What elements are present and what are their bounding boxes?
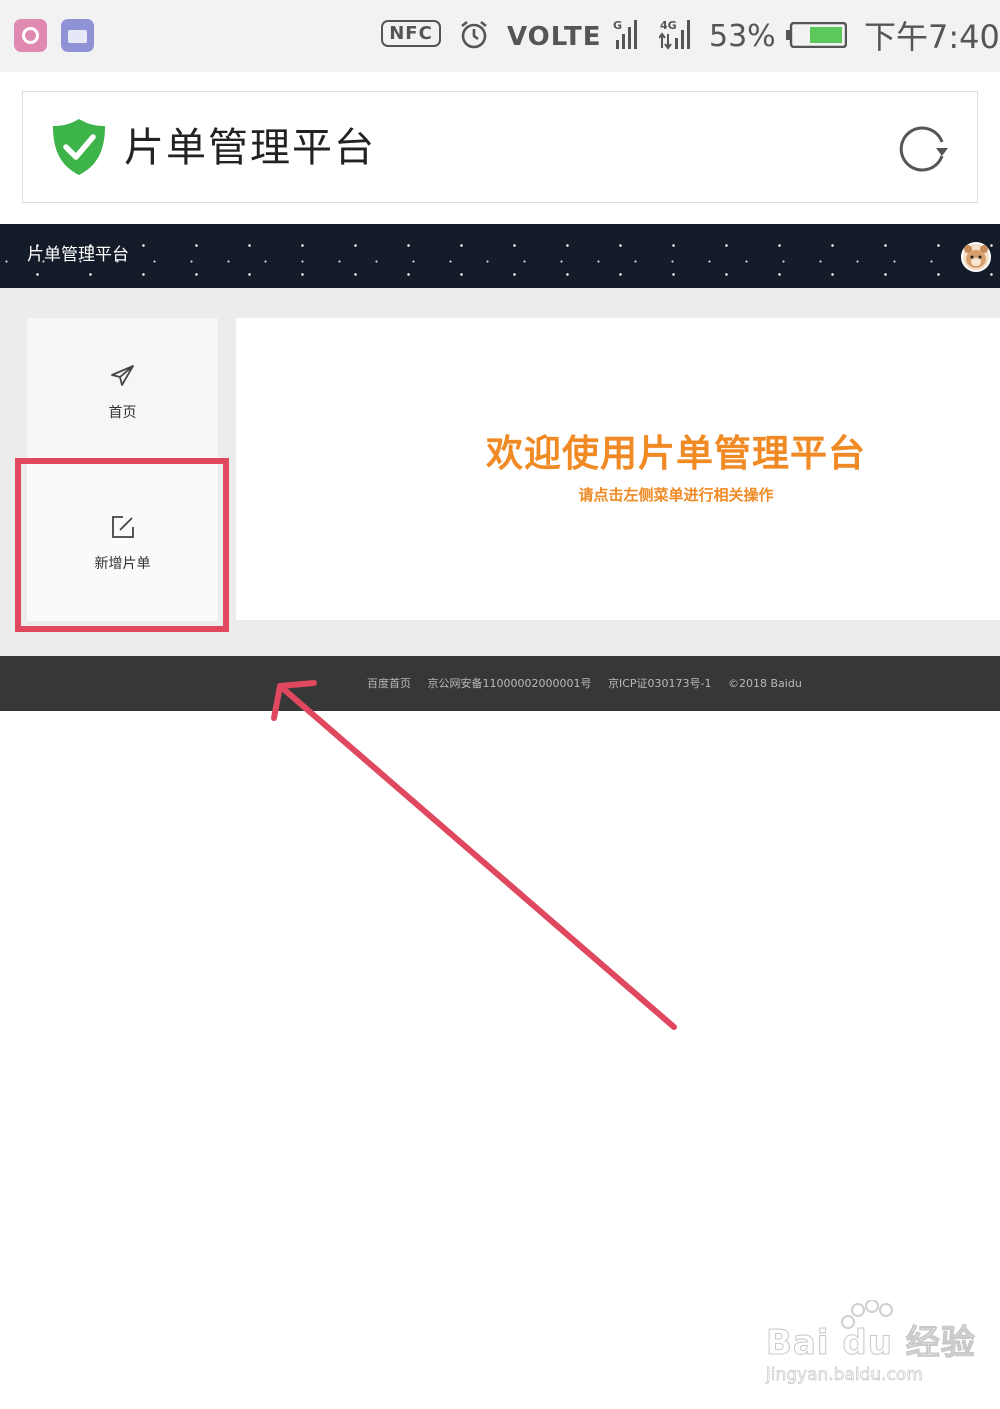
signal-strength-4g-icon: 4G xyxy=(659,19,690,50)
avatar-icon[interactable] xyxy=(961,242,991,272)
app-header: 片单管理平台 xyxy=(22,91,978,203)
briefcase-notification-icon xyxy=(61,19,94,52)
refresh-icon[interactable] xyxy=(895,122,949,176)
paper-plane-icon xyxy=(111,365,134,386)
battery-percent: 53% xyxy=(709,19,776,54)
navbar-title[interactable]: 片单管理平台 xyxy=(27,242,129,268)
shield-check-icon xyxy=(53,119,105,175)
welcome-panel: 欢迎使用片单管理平台 请点击左侧菜单进行相关操作 xyxy=(236,318,1000,620)
app-title: 片单管理平台 xyxy=(124,125,376,171)
battery-icon xyxy=(786,22,847,48)
volte-indicator: VOLTE xyxy=(507,22,602,52)
clock-time: 下午7:40 xyxy=(864,18,1000,56)
annotation-highlight-box xyxy=(15,458,229,632)
signal-label-4g: 4G xyxy=(660,19,677,32)
footer-copyright: ©2018 Baidu xyxy=(728,677,802,690)
annotation-arrow-icon xyxy=(271,680,677,1030)
sidebar-item-label: 首页 xyxy=(108,405,137,421)
welcome-title: 欢迎使用片单管理平台 xyxy=(486,432,866,475)
welcome-subtitle: 请点击左侧菜单进行相关操作 xyxy=(578,486,774,504)
signal-label-g: G xyxy=(613,19,622,32)
status-bar: NFC VOLTE G 4G 53% 下午7:40 xyxy=(0,0,1000,72)
nfc-indicator: NFC xyxy=(381,20,441,47)
sidebar-item-home[interactable]: 首页 xyxy=(27,318,218,460)
signal-strength-icon: G xyxy=(613,19,637,49)
site-navbar: 片单管理平台 xyxy=(0,224,1000,288)
watermark-url: jingyan.baidu.com xyxy=(766,1365,924,1386)
watermark-brand: Bai du 经验 xyxy=(766,1323,976,1364)
app-notification-icon xyxy=(14,19,47,52)
alarm-clock-icon xyxy=(461,20,487,49)
